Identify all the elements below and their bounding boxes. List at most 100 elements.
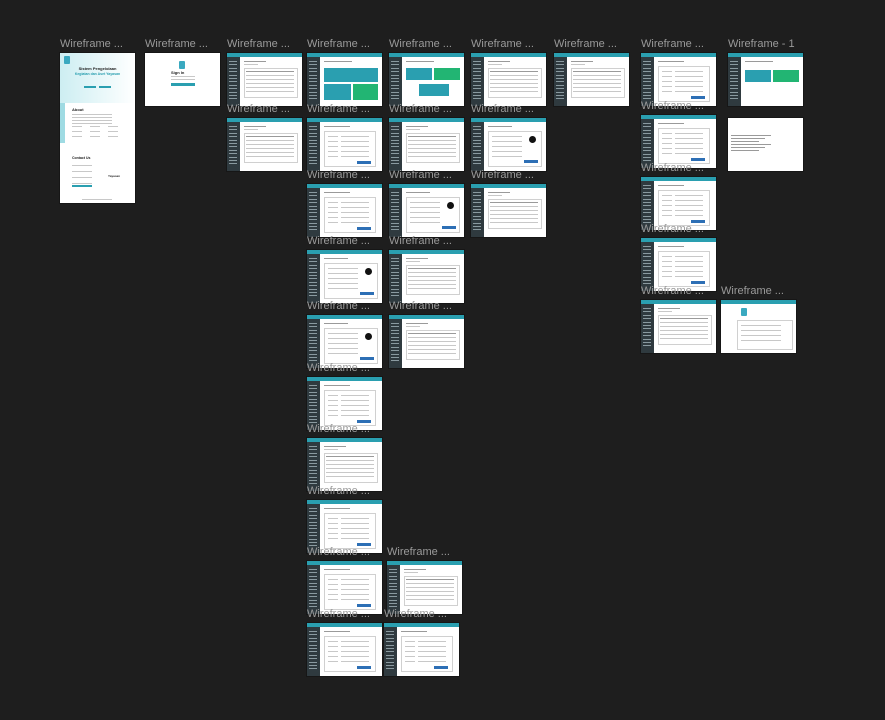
wireframe-table[interactable]: [387, 561, 462, 614]
save-button[interactable]: [442, 226, 456, 229]
wireframe-table[interactable]: [307, 438, 382, 491]
frame-label[interactable]: Wireframe ...: [60, 38, 123, 50]
wire-line: [658, 308, 680, 309]
frame-label[interactable]: Wireframe ...: [145, 38, 208, 50]
cta-button[interactable]: [99, 86, 111, 88]
frame-label[interactable]: Wireframe ...: [307, 485, 370, 497]
frame-label[interactable]: Wireframe ...: [384, 608, 447, 620]
wireframe-dashboard2[interactable]: [389, 53, 464, 106]
sidebar-item: [309, 518, 317, 520]
frame-label[interactable]: Wireframe ...: [641, 285, 704, 297]
save-button[interactable]: [360, 357, 374, 360]
wireframe-form[interactable]: [307, 623, 382, 676]
frame-label[interactable]: Wireframe ...: [307, 169, 370, 181]
submit-button[interactable]: [357, 161, 371, 164]
sidebar-item: [473, 88, 481, 90]
submit-button[interactable]: [357, 666, 371, 669]
wire-line: [741, 335, 781, 336]
wireframe-dual[interactable]: [721, 300, 796, 353]
wireframe-form[interactable]: [307, 184, 382, 237]
sidebar-item: [556, 61, 564, 62]
frame-label[interactable]: Wireframe ...: [307, 362, 370, 374]
frame-label[interactable]: Wireframe ...: [721, 285, 784, 297]
wireframe-dashboard3[interactable]: [728, 53, 803, 106]
frame-label[interactable]: Wireframe ...: [227, 103, 290, 115]
save-button[interactable]: [360, 292, 374, 295]
frame-label[interactable]: Wireframe ...: [307, 38, 370, 50]
wireframe-table[interactable]: [227, 118, 302, 171]
wireframe-table[interactable]: [471, 53, 546, 106]
wireframe-table[interactable]: [227, 53, 302, 106]
design-canvas[interactable]: Wireframe ... Sistem Pengelolaan Kegiatan …: [0, 0, 885, 720]
wire-line: [341, 641, 369, 642]
wire-line: [72, 165, 92, 166]
wireframe-profile2[interactable]: [307, 315, 382, 368]
wire-line: [341, 518, 369, 519]
wire-line: [328, 538, 338, 539]
frame-label[interactable]: Wireframe ...: [307, 546, 370, 558]
frame-label[interactable]: Wireframe ...: [641, 223, 704, 235]
wireframe-form[interactable]: [641, 238, 716, 291]
wireframe-table[interactable]: [471, 184, 546, 237]
wireframe-form[interactable]: [307, 118, 382, 171]
frame-label[interactable]: Wireframe ...: [471, 103, 534, 115]
wireframe-profile[interactable]: [389, 184, 464, 237]
submit-button[interactable]: [691, 158, 705, 161]
sidebar-item: [643, 88, 651, 90]
sidebar-item: [643, 188, 651, 190]
submit-button[interactable]: [434, 666, 448, 669]
sidebar-item: [643, 325, 651, 326]
wireframe-login[interactable]: Sign In: [145, 53, 220, 106]
wireframe-form[interactable]: [307, 561, 382, 614]
frame-label[interactable]: Wireframe - 1: [728, 38, 795, 50]
save-button[interactable]: [524, 160, 538, 163]
wireframe-form[interactable]: [641, 115, 716, 168]
wireframe-landing[interactable]: Sistem Pengelolaan Kegiatan dan Aset Yaya…: [60, 53, 135, 203]
frame-label[interactable]: Wireframe ...: [641, 100, 704, 112]
send-button[interactable]: [72, 185, 92, 187]
frame-label[interactable]: Wireframe ...: [389, 103, 452, 115]
frame-label[interactable]: Wireframe ...: [471, 38, 534, 50]
wireframe-profile[interactable]: [307, 250, 382, 303]
wireframe-form[interactable]: [384, 623, 459, 676]
login-button[interactable]: [171, 83, 195, 86]
frame-label[interactable]: Wireframe ...: [307, 608, 370, 620]
sidebar-item: [643, 95, 651, 96]
wireframe-table[interactable]: [389, 250, 464, 303]
sidebar-item: [643, 219, 651, 220]
frame-label[interactable]: Wireframe ...: [389, 169, 452, 181]
wireframe-form[interactable]: [641, 53, 716, 106]
wireframe-text[interactable]: [728, 118, 803, 171]
frame-label[interactable]: Wireframe ...: [389, 235, 452, 247]
wire-line: [488, 126, 512, 127]
frame-label[interactable]: Wireframe ...: [641, 38, 704, 50]
wireframe-table[interactable]: [389, 315, 464, 368]
cta-button[interactable]: [84, 86, 96, 88]
frame-label[interactable]: Wireframe ...: [307, 235, 370, 247]
wireframe-dashboard[interactable]: [307, 53, 382, 106]
sidebar-item: [309, 473, 317, 475]
submit-button[interactable]: [357, 604, 371, 607]
frame-label[interactable]: Wireframe ...: [307, 300, 370, 312]
submit-button[interactable]: [691, 96, 705, 99]
frame-label[interactable]: Wireframe ...: [554, 38, 617, 50]
wireframe-table[interactable]: [554, 53, 629, 106]
submit-button[interactable]: [691, 281, 705, 284]
frame-label[interactable]: Wireframe ...: [307, 423, 370, 435]
wire-line: [404, 572, 418, 573]
frame-sidebar: [389, 122, 402, 171]
submit-button[interactable]: [357, 227, 371, 230]
frame-label[interactable]: Wireframe ...: [227, 38, 290, 50]
form-box: [324, 636, 376, 672]
frame-label[interactable]: Wireframe ...: [389, 38, 452, 50]
sidebar-item: [391, 126, 399, 127]
sidebar-item: [391, 61, 399, 62]
frame-label[interactable]: Wireframe ...: [307, 103, 370, 115]
frame-label[interactable]: Wireframe ...: [471, 169, 534, 181]
frame-label[interactable]: Wireframe ...: [387, 546, 450, 558]
wireframe-profile[interactable]: [471, 118, 546, 171]
frame-label[interactable]: Wireframe ...: [389, 300, 452, 312]
wireframe-table[interactable]: [389, 118, 464, 171]
frame-label[interactable]: Wireframe ...: [641, 162, 704, 174]
wireframe-table[interactable]: [641, 300, 716, 353]
